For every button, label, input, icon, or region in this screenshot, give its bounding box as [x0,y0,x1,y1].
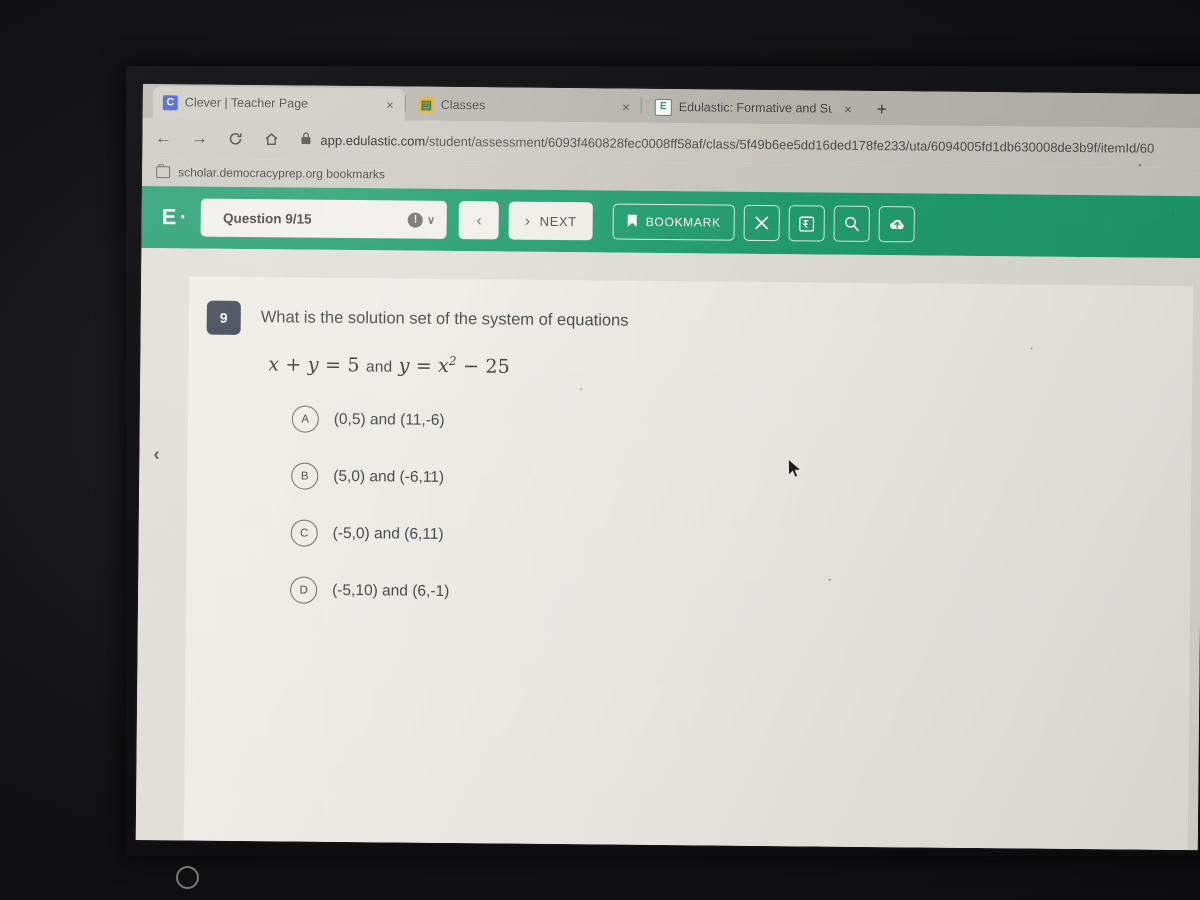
previous-question-button[interactable]: ‹ [458,201,500,240]
tab-divider [404,95,406,112]
equation-var-y: y [307,353,319,377]
assessment-page: ‹ 9 What is the solution set of the syst… [135,247,1200,851]
screen-content: C Clever | Teacher Page × ▤ Classes × E … [135,84,1200,851]
equation-exponent: 2 [448,353,457,369]
equation-minus: − [462,355,480,378]
collapse-panel-chevron-icon[interactable]: ‹ [153,444,160,466]
reload-icon[interactable] [220,124,250,154]
equation-var-x: x [268,353,280,376]
question-card: 9 What is the solution set of the system… [183,276,1194,851]
option-letter: C [290,519,318,548]
equation-five: 5 [347,354,360,377]
url-text: app.edulastic.com/student/assessment/609… [320,132,1154,155]
browser-tab-clever[interactable]: C Clever | Teacher Page × [152,86,405,121]
tab-title: Classes [440,97,486,113]
tab-close-icon[interactable]: × [617,99,635,114]
back-arrow-icon[interactable]: ← [148,123,178,153]
mouse-cursor [787,458,802,485]
equation-twentyfive: 25 [485,355,511,378]
browser-tab-classes[interactable]: ▤ Classes × [409,89,641,123]
option-letter: D [290,576,318,605]
equation-var-y2: y [398,354,410,377]
answer-option-b[interactable]: B (5,0) and (-6,11) [291,462,1171,498]
question-equation: x + y = 5 and y = x2 − 25 [268,352,1172,384]
next-question-button[interactable]: › NEXT [508,201,593,241]
question-selector-icons: ! ∨ [407,212,436,228]
answer-option-d[interactable]: D (-5,10) and (6,-1) [290,576,1170,612]
assessment-toolbar: E · Question 9/15 ! ∨ ‹ › NEXT BOOKMARK [141,185,1200,259]
logo-letter: E [161,204,178,230]
option-letter: A [291,405,319,434]
screen-speck [580,388,583,391]
screen-speck [1171,211,1174,215]
question-number-badge: 9 [206,300,241,335]
url-path: /student/assessment/6093f460828fec0008ff… [425,133,1155,156]
tab-divider [640,97,642,114]
lock-icon [300,132,311,148]
tab-title: Edulastic: Formative and Summ [678,100,833,116]
answer-option-a[interactable]: A (0,5) and (11,-6) [291,405,1172,441]
option-text: (5,0) and (-6,11) [333,467,445,486]
cross-out-tool-button[interactable] [743,204,780,242]
chevron-right-icon: › [524,212,531,230]
logo-dot: · [179,205,188,228]
forward-arrow-icon[interactable]: → [184,123,214,153]
screen-speck [1030,347,1033,350]
question-body: 9 What is the solution set of the system… [204,300,1173,643]
equation-equals-2: = [415,354,433,378]
laptop-screen-photo: C Clever | Teacher Page × ▤ Classes × E … [0,0,1200,900]
answer-option-c[interactable]: C (-5,0) and (6,11) [290,519,1171,555]
edulastic-logo[interactable]: E · [162,204,188,230]
screen-speck [828,578,832,581]
bookmark-label: BOOKMARK [645,214,721,230]
option-letter: B [291,462,319,491]
question-selector-label: Question 9/15 [223,210,312,227]
home-icon[interactable] [256,124,286,154]
browser-tab-edulastic[interactable]: E Edulastic: Formative and Summ × [645,91,863,125]
option-text: (-5,10) and (6,-1) [332,581,450,600]
classroom-favicon-icon: ▤ [418,97,434,113]
new-tab-button[interactable]: + [869,97,895,121]
screen-speck [1138,163,1142,167]
next-label: NEXT [539,213,577,229]
alert-icon: ! [407,212,424,228]
bookmark-folder-scholar[interactable]: scholar.democracyprep.org bookmarks [156,165,385,181]
chevron-down-icon: ∨ [426,214,436,227]
equation-equals: = [324,354,342,377]
option-text: (0,5) and (11,-6) [333,410,445,429]
address-bar[interactable]: app.edulastic.com/student/assessment/609… [300,127,1196,162]
magnify-tool-button[interactable] [833,205,870,242]
question-header: 9 What is the solution set of the system… [206,300,1173,344]
equation-and: and [365,358,393,376]
folder-icon [156,166,171,179]
upload-tool-button[interactable] [878,206,915,243]
option-text: (-5,0) and (6,11) [332,524,444,543]
bookmark-button[interactable]: BOOKMARK [612,203,735,241]
tab-title: Clever | Teacher Page [184,95,309,111]
tab-close-icon[interactable]: × [839,101,857,116]
question-selector[interactable]: Question 9/15 ! ∨ [200,198,448,239]
tab-close-icon[interactable]: × [381,97,399,112]
bookmark-flag-icon [627,213,638,230]
answer-options: A (0,5) and (11,-6) B (5,0) and (-6,11) … [290,405,1172,612]
url-host: app.edulastic.com [320,132,426,149]
question-stem: What is the solution set of the system o… [260,308,629,330]
scratchpad-tool-button[interactable] [788,205,825,242]
clever-favicon-icon: C [162,94,178,110]
bookmark-label: scholar.democracyprep.org bookmarks [178,165,385,182]
screen-speck [429,472,432,475]
edulastic-favicon-icon: E [654,98,672,116]
chromeos-shelf [0,790,1200,900]
equation-plus: + [285,353,302,376]
equation-var-x2: x [437,355,450,378]
